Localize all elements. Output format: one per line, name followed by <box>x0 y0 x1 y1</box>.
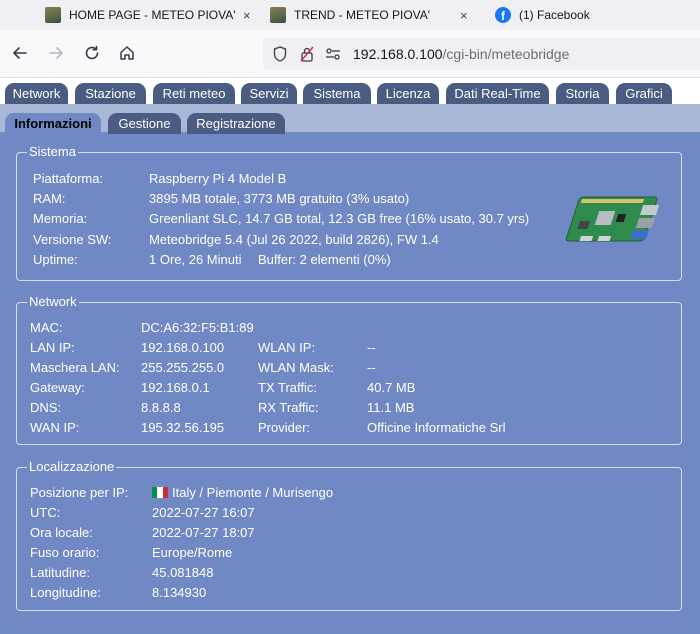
label-mac: MAC: <box>30 320 63 335</box>
browser-tab-home[interactable]: HOME PAGE - METEO PIOVA' × <box>45 0 265 30</box>
tab-dati-real-time[interactable]: Dati Real-Time <box>446 83 549 104</box>
sub-tab-row: Informazioni Gestione Registrazione <box>0 104 700 134</box>
browser-tab-title: TREND - METEO PIOVA' <box>294 8 431 22</box>
subtab-informazioni[interactable]: Informazioni <box>5 113 101 134</box>
value-gateway: 192.168.0.1 <box>141 380 210 395</box>
value-latitudine: 45.081848 <box>152 565 214 580</box>
label-piattaforma: Piattaforma: <box>33 171 104 186</box>
insecure-lock-icon[interactable] <box>300 46 314 62</box>
label-latitudine: Latitudine: <box>30 565 90 580</box>
main-tab-row: Network Stazione Reti meteo Servizi Sist… <box>0 78 700 104</box>
value-longitudine: 8.134930 <box>152 585 207 600</box>
subtab-gestione[interactable]: Gestione <box>108 113 181 134</box>
url-text[interactable]: 192.168.0.100/cgi-bin/meteobridge <box>353 46 569 62</box>
value-wlan-ip: -- <box>367 340 376 355</box>
label-ora-locale: Ora locale: <box>30 525 93 540</box>
url-host: 192.168.0.100 <box>353 46 443 62</box>
tab-servizi[interactable]: Servizi <box>241 83 297 104</box>
close-tab-icon[interactable]: × <box>243 8 251 23</box>
label-wlan-mask: WLAN Mask: <box>258 360 334 375</box>
value-maschera-lan: 255.255.255.0 <box>141 360 225 375</box>
url-path: /cgi-bin/meteobridge <box>442 46 570 62</box>
posizione-text: Italy / Piemonte / Murisengo <box>172 485 334 500</box>
value-versione-sw: Meteobridge 5.4 (Jul 26 2022, build 2826… <box>149 232 439 247</box>
localizzazione-legend: Localizzazione <box>27 459 117 475</box>
label-ram: RAM: <box>33 191 66 206</box>
label-wlan-ip: WLAN IP: <box>258 340 316 355</box>
browser-tab-title: HOME PAGE - METEO PIOVA' <box>69 8 236 22</box>
italy-flag-icon <box>152 486 168 498</box>
sistema-legend: Sistema <box>27 144 78 160</box>
tab-grafici[interactable]: Grafici <box>616 83 672 104</box>
label-provider: Provider: <box>258 420 311 435</box>
label-rx-traffic: RX Traffic: <box>258 400 319 415</box>
value-fuso-orario: Europe/Rome <box>152 545 233 560</box>
meteo-favicon-icon <box>45 7 61 23</box>
localizzazione-panel: Localizzazione Posizione per IP: Italy /… <box>16 459 682 611</box>
label-wan-ip: WAN IP: <box>30 420 80 435</box>
browser-nav-bar: 192.168.0.100/cgi-bin/meteobridge <box>0 30 700 78</box>
label-dns: DNS: <box>30 400 62 415</box>
tab-network[interactable]: Network <box>5 83 68 104</box>
home-icon[interactable] <box>117 44 137 66</box>
value-rx-traffic: 11.1 MB <box>367 400 415 415</box>
address-bar[interactable]: 192.168.0.100/cgi-bin/meteobridge <box>263 38 700 70</box>
value-tx-traffic: 40.7 MB <box>367 380 416 395</box>
value-lan-ip: 192.168.0.100 <box>141 340 225 355</box>
value-utc: 2022-07-27 16:07 <box>152 505 255 520</box>
value-ora-locale: 2022-07-27 18:07 <box>152 525 255 540</box>
tab-storia[interactable]: Storia <box>556 83 609 104</box>
label-tx-traffic: TX Traffic: <box>258 380 317 395</box>
raspberry-pi-board-icon <box>565 196 660 242</box>
label-gateway: Gateway: <box>30 380 85 395</box>
reload-icon[interactable] <box>82 44 102 66</box>
meteo-favicon-icon <box>270 7 286 23</box>
value-memoria: Greenliant SLC, 14.7 GB total, 12.3 GB f… <box>149 211 530 226</box>
sistema-panel: Sistema Piattaforma: Raspberry Pi 4 Mode… <box>16 144 682 281</box>
label-versione-sw: Versione SW: <box>33 232 112 247</box>
value-mac: DC:A6:32:F5:B1:89 <box>141 320 254 335</box>
back-arrow-icon[interactable] <box>10 44 30 66</box>
label-utc: UTC: <box>30 505 61 520</box>
meteobridge-page: Network Stazione Reti meteo Servizi Sist… <box>0 78 700 634</box>
value-uptime: 1 Ore, 26 Minuti <box>149 252 242 267</box>
browser-tab-trend[interactable]: TREND - METEO PIOVA' × <box>270 0 480 30</box>
label-memoria: Memoria: <box>33 211 88 226</box>
tab-reti-meteo[interactable]: Reti meteo <box>153 83 235 104</box>
network-legend: Network <box>27 294 79 310</box>
browser-tab-title: (1) Facebook <box>519 8 590 22</box>
value-posizione: Italy / Piemonte / Murisengo <box>152 485 333 501</box>
label-maschera-lan: Maschera LAN: <box>30 360 120 375</box>
value-wan-ip: 195.32.56.195 <box>141 420 225 435</box>
flag-stripe-red <box>162 487 168 498</box>
value-dns: 8.8.8.8 <box>141 400 181 415</box>
value-provider: Officine Informatiche Srl <box>367 420 506 435</box>
tab-stazione[interactable]: Stazione <box>75 83 146 104</box>
close-tab-icon[interactable]: × <box>460 8 468 23</box>
label-uptime: Uptime: <box>33 252 78 267</box>
permissions-icon[interactable] <box>325 47 341 61</box>
value-wlan-mask: -- <box>367 360 376 375</box>
tracking-shield-icon[interactable] <box>273 46 287 62</box>
browser-tab-strip: HOME PAGE - METEO PIOVA' × TREND - METEO… <box>0 0 700 30</box>
label-fuso-orario: Fuso orario: <box>30 545 100 560</box>
forward-arrow-icon[interactable] <box>46 44 66 66</box>
label-longitudine: Longitudine: <box>30 585 101 600</box>
label-posizione: Posizione per IP: <box>30 485 129 500</box>
tab-licenza[interactable]: Licenza <box>377 83 439 104</box>
value-piattaforma: Raspberry Pi 4 Model B <box>149 171 287 186</box>
browser-tab-facebook[interactable]: f (1) Facebook <box>495 0 700 30</box>
value-buffer: Buffer: 2 elementi (0%) <box>258 252 391 267</box>
subtab-registrazione[interactable]: Registrazione <box>187 113 285 134</box>
network-panel: Network MAC: DC:A6:32:F5:B1:89 LAN IP: 1… <box>16 294 682 445</box>
value-ram: 3895 MB totale, 3773 MB gratuito (3% usa… <box>149 191 410 206</box>
facebook-favicon-icon: f <box>495 7 511 23</box>
tab-sistema[interactable]: Sistema <box>303 83 371 104</box>
label-lan-ip: LAN IP: <box>30 340 75 355</box>
